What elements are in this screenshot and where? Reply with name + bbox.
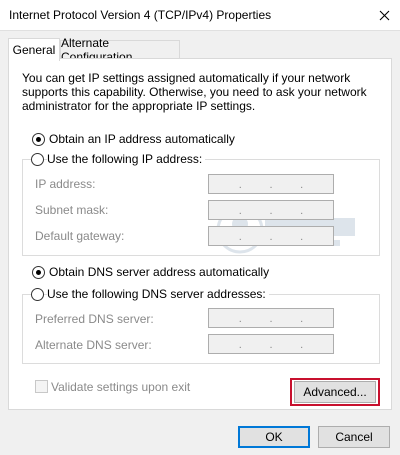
use-following-dns-label[interactable]: Use the following DNS server addresses: <box>47 287 269 301</box>
obtain-ip-auto-label[interactable]: Obtain an IP address automatically <box>49 132 235 146</box>
default-gateway-label: Default gateway: <box>35 229 125 243</box>
close-button[interactable] <box>372 4 396 26</box>
obtain-dns-auto-label[interactable]: Obtain DNS server address automatically <box>49 265 269 279</box>
use-following-ip-radio[interactable] <box>31 153 44 166</box>
cancel-button[interactable]: Cancel <box>318 426 390 448</box>
ok-button[interactable]: OK <box>238 426 310 448</box>
preferred-dns-label: Preferred DNS server: <box>35 312 154 326</box>
validate-settings-checkbox[interactable] <box>35 380 48 393</box>
validate-settings-label[interactable]: Validate settings upon exit <box>51 380 190 394</box>
description-text: You can get IP settings assigned automat… <box>22 71 367 113</box>
window-title: Internet Protocol Version 4 (TCP/IPv4) P… <box>9 8 272 22</box>
use-following-dns-radio[interactable] <box>31 288 44 301</box>
ip-address-input[interactable]: ... <box>208 174 334 194</box>
obtain-dns-auto-radio[interactable] <box>32 266 45 279</box>
obtain-ip-auto-radio[interactable] <box>32 133 45 146</box>
preferred-dns-input[interactable]: ... <box>208 308 334 328</box>
close-icon <box>379 10 389 20</box>
advanced-button[interactable]: Advanced... <box>294 381 376 403</box>
default-gateway-input[interactable]: ... <box>208 226 334 246</box>
subnet-mask-label: Subnet mask: <box>35 203 109 217</box>
tab-general[interactable]: General <box>8 38 60 61</box>
alternate-dns-label: Alternate DNS server: <box>35 338 152 352</box>
ip-address-label: IP address: <box>35 177 96 191</box>
tab-alternate-configuration[interactable]: Alternate Configuration <box>60 36 180 64</box>
use-following-ip-label[interactable]: Use the following IP address: <box>47 152 206 166</box>
alternate-dns-input[interactable]: ... <box>208 334 334 354</box>
subnet-mask-input[interactable]: ... <box>208 200 334 220</box>
